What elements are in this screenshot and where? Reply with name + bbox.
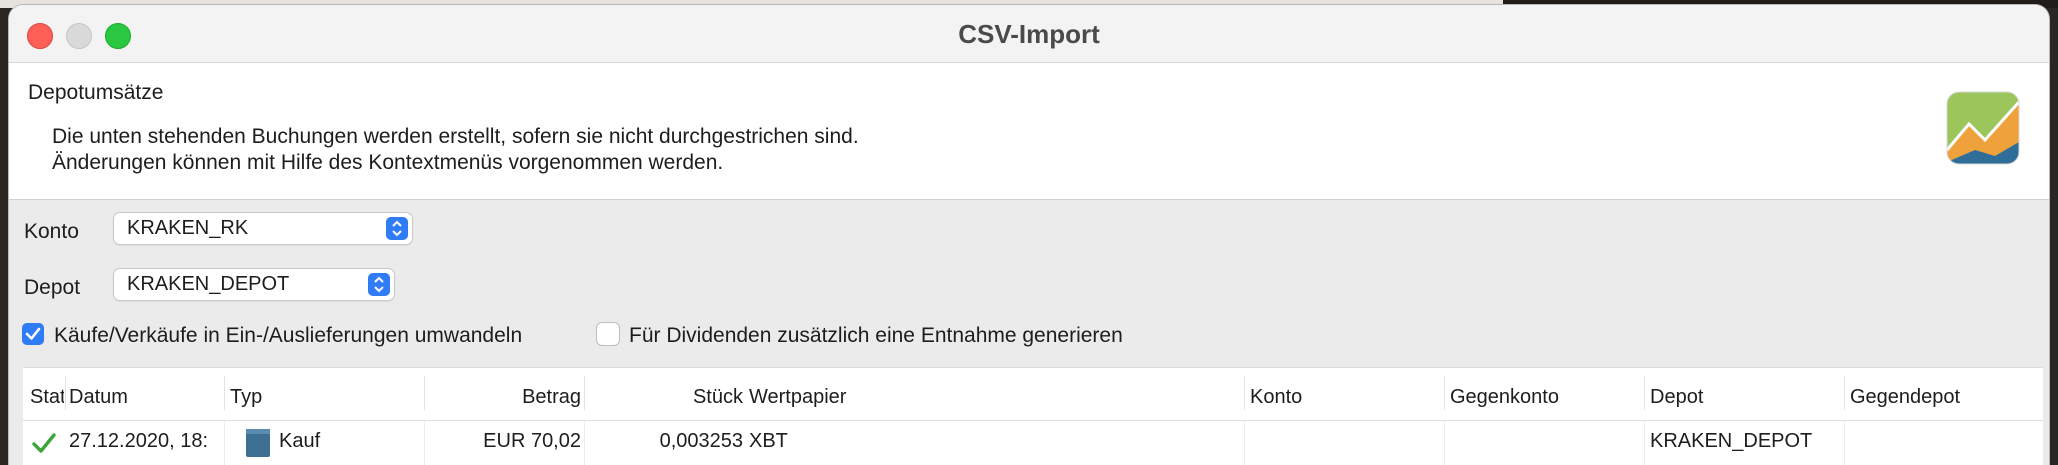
column-header-stueck[interactable]: Stück: [588, 386, 743, 409]
csv-import-window: CSV-Import Depotumsätze Die unten stehen…: [9, 5, 2049, 465]
dividend-checkbox[interactable]: [597, 323, 619, 345]
cell-depot: KRAKEN_DEPOT: [1650, 430, 1813, 452]
column-resize-handle[interactable]: [1444, 376, 1445, 410]
column-header-gegenkonto[interactable]: Gegenkonto: [1450, 386, 1640, 409]
cell-stueck: 0,003253: [659, 430, 743, 452]
app-logo-icon: [1946, 91, 2020, 165]
column-header-typ[interactable]: Typ: [230, 386, 420, 409]
column-header-wertpapier[interactable]: Wertpapier: [749, 386, 1149, 409]
column-header-status[interactable]: Status: [30, 386, 64, 409]
depot-select-value: KRAKEN_DEPOT: [127, 273, 290, 295]
cell-typ: Kauf: [279, 430, 321, 452]
header-panel: Depotumsätze Die unten stehenden Buchung…: [9, 63, 2049, 200]
column-resize-handle[interactable]: [224, 376, 225, 410]
popup-stepper-icon: [368, 273, 390, 296]
table-header: Status Datum Typ Betrag Stück Wertpapier…: [23, 368, 2043, 421]
popup-stepper-icon: [386, 217, 408, 240]
checkmark-icon: [32, 433, 56, 453]
column-header-gegendepot[interactable]: Gegendepot: [1850, 386, 2040, 409]
dividend-checkbox-label: Für Dividenden zusätzlich eine Entnahme …: [629, 324, 1123, 347]
column-header-datum[interactable]: Datum: [69, 386, 219, 409]
column-resize-handle[interactable]: [584, 376, 585, 410]
description-line-2: Änderungen können mit Hilfe des Kontextm…: [52, 151, 724, 174]
cell-betrag: EUR 70,02: [483, 430, 581, 452]
section-heading: Depotumsätze: [28, 81, 164, 104]
column-header-betrag[interactable]: Betrag: [428, 386, 581, 409]
window-title: CSV-Import: [958, 19, 1100, 49]
convert-checkbox[interactable]: [22, 323, 44, 345]
cell-datum: 27.12.2020, 18:: [69, 430, 209, 452]
konto-select-value: KRAKEN_RK: [127, 217, 249, 239]
column-resize-handle[interactable]: [1644, 376, 1645, 410]
konto-label: Konto: [24, 220, 79, 243]
column-resize-handle[interactable]: [1844, 376, 1845, 410]
depot-select[interactable]: KRAKEN_DEPOT: [114, 269, 394, 300]
security-type-icon: [246, 429, 270, 457]
column-resize-handle[interactable]: [65, 376, 66, 410]
cell-wertpapier: XBT: [749, 430, 788, 452]
table-row[interactable]: 27.12.2020, 18: Kauf EUR 70,02 0,003253 …: [23, 421, 2043, 465]
konto-select[interactable]: KRAKEN_RK: [114, 213, 412, 244]
depot-label: Depot: [24, 276, 81, 299]
column-resize-handle[interactable]: [424, 376, 425, 410]
description-line-1: Die unten stehenden Buchungen werden ers…: [52, 125, 859, 148]
title-bar: CSV-Import: [9, 5, 2049, 63]
column-header-konto[interactable]: Konto: [1250, 386, 1440, 409]
convert-checkbox-label: Käufe/Verkäufe in Ein-/Auslieferungen um…: [54, 324, 523, 347]
column-resize-handle[interactable]: [1244, 376, 1245, 410]
column-header-depot[interactable]: Depot: [1650, 386, 1840, 409]
bookings-table: Status Datum Typ Betrag Stück Wertpapier…: [23, 367, 2043, 465]
